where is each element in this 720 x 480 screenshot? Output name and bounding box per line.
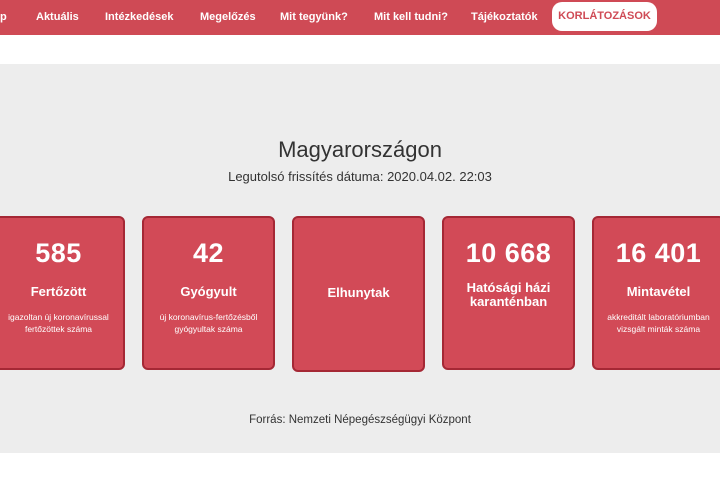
stat-card-quarantine: 10 668 Hatósági házi karanténban xyxy=(442,216,575,370)
stat-card-infected: 585 Fertőzött igazoltan új koronavírussa… xyxy=(0,216,125,370)
stat-description: új koronavírus-fertőzésből gyógyultak sz… xyxy=(159,312,258,334)
stat-value: 10 668 xyxy=(465,238,552,268)
stat-card-deceased: Elhunytak xyxy=(292,216,425,372)
nav-item-tajekoztatok[interactable]: Tájékoztatók xyxy=(471,0,538,35)
stat-title: Gyógyult xyxy=(180,284,237,299)
stat-description: igazoltan új koronavírussal fertőzöttek … xyxy=(8,312,109,334)
stat-value: 585 xyxy=(35,238,82,268)
nav-item-mit-tegyunk[interactable]: Mit tegyünk? xyxy=(280,0,348,35)
stat-value: 42 xyxy=(192,238,225,268)
nav-item-intezkedesek[interactable]: Intézkedések xyxy=(105,0,173,35)
statistics-section: Magyarországon Legutolsó frissítés dátum… xyxy=(0,64,720,453)
nav-item-truncated[interactable]: p xyxy=(0,0,7,35)
stat-card-samples: 16 401 Mintavétel akkreditált laboratóri… xyxy=(592,216,720,370)
nav-item-megelozes[interactable]: Megelőzés xyxy=(200,0,256,35)
page-title: Magyarországon xyxy=(278,137,442,162)
stat-description: akkreditált laboratóriumban vizsgált min… xyxy=(607,312,710,334)
last-updated-text: Legutolsó frissítés dátuma: 2020.04.02. … xyxy=(228,169,492,184)
source-attribution: Forrás: Nemzeti Népegészségügyi Központ xyxy=(249,414,471,426)
stat-card-recovered: 42 Gyógyult új koronavírus-fertőzésből g… xyxy=(142,216,275,370)
stat-title: Mintavétel xyxy=(626,284,691,299)
stat-value: 16 401 xyxy=(615,238,702,268)
top-navigation-bar: p Aktuális Intézkedések Megelőzés Mit te… xyxy=(0,0,720,35)
stat-title: Fertőzött xyxy=(30,284,87,299)
stat-title: Hatósági házi karanténban xyxy=(466,280,551,309)
nav-item-mit-kell-tudni[interactable]: Mit kell tudni? xyxy=(374,0,448,35)
nav-item-aktualis[interactable]: Aktuális xyxy=(36,0,79,35)
nav-item-korlatozasok-button[interactable]: KORLÁTOZÁSOK xyxy=(552,2,657,31)
stat-title: Elhunytak xyxy=(327,285,390,300)
